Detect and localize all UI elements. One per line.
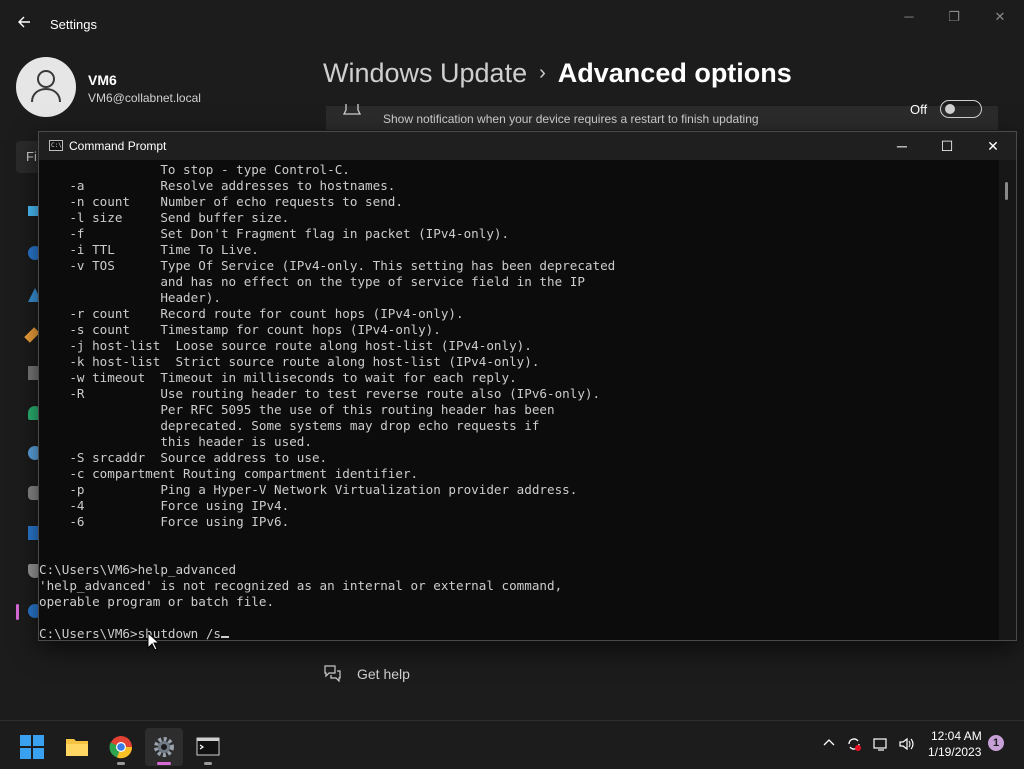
file-explorer-button[interactable] xyxy=(58,728,96,766)
settings-icon xyxy=(154,737,174,757)
get-help-link[interactable]: Get help xyxy=(323,664,433,686)
chrome-icon xyxy=(109,736,133,759)
app-title: Settings xyxy=(50,17,97,32)
console-prompt: C:\Users\VM6> xyxy=(39,626,138,640)
console-line: C:\Users\VM6>help_advanced xyxy=(39,562,237,577)
console-line: -v TOS Type Of Service (IPv4-only. This … xyxy=(39,258,616,273)
breadcrumb: Windows Update › Advanced options xyxy=(323,58,792,89)
console-line: -c compartment Routing compartment ident… xyxy=(39,466,419,481)
start-button[interactable] xyxy=(13,728,51,766)
cmd-scroll-thumb[interactable] xyxy=(1005,182,1008,200)
chrome-running-indicator xyxy=(117,762,125,765)
selected-nav-indicator xyxy=(16,604,19,620)
console-line: -p Ping a Hyper-V Network Virtualization… xyxy=(39,482,578,497)
setting-description: Show notification when your device requi… xyxy=(383,112,759,126)
console-line: and has no effect on the type of service… xyxy=(39,274,585,289)
settings-button[interactable] xyxy=(145,728,183,766)
console-line: -f Set Don't Fragment flag in packet (IP… xyxy=(39,226,510,241)
console-line: Header). xyxy=(39,290,221,305)
breadcrumb-parent[interactable]: Windows Update xyxy=(323,58,527,88)
terminal-button[interactable] xyxy=(189,728,227,766)
console-line: this header is used. xyxy=(39,434,312,449)
back-button[interactable] xyxy=(14,14,34,34)
cmd-titlebar[interactable]: C:\ Command Prompt ─ ☐ ✕ xyxy=(39,132,1016,160)
settings-close-button[interactable]: ✕ xyxy=(986,8,1014,26)
avatar[interactable] xyxy=(16,57,76,117)
console-line: -n count Number of echo requests to send… xyxy=(39,194,403,209)
cmd-maximize-button[interactable]: ☐ xyxy=(924,132,970,160)
start-icon xyxy=(20,735,44,759)
toggle-state-label: Off xyxy=(910,102,928,117)
notification-toggle[interactable] xyxy=(940,100,982,118)
console-line: -j host-list Loose source route along ho… xyxy=(39,338,532,353)
console-line: operable program or batch file. xyxy=(39,594,275,609)
get-help-label: Get help xyxy=(357,666,410,682)
text-cursor xyxy=(220,636,229,638)
console-line: Per RFC 5095 the use of this routing hea… xyxy=(39,402,555,417)
console-line: -S srcaddr Source address to use. xyxy=(39,450,328,465)
network-status-icon[interactable] xyxy=(873,736,889,752)
console-line: -6 Force using IPv6. xyxy=(39,514,290,529)
user-name: VM6 xyxy=(88,72,117,88)
command-prompt-window[interactable]: C:\ Command Prompt ─ ☐ ✕ To stop - type … xyxy=(38,131,1017,641)
back-arrow-icon xyxy=(18,16,30,28)
console-input-line[interactable]: C:\Users\VM6>shutdown /s xyxy=(39,626,999,640)
console-line: -R Use routing header to test reverse ro… xyxy=(39,386,601,401)
console-line: deprecated. Some systems may drop echo r… xyxy=(39,418,540,433)
settings-active-indicator xyxy=(157,762,171,765)
volume-icon[interactable] xyxy=(898,736,914,752)
console-line: -r count Record route for count hops (IP… xyxy=(39,306,464,321)
console-line: -w timeout Timeout in milliseconds to wa… xyxy=(39,370,517,385)
settings-titlebar: Settings ─ ❐ ✕ xyxy=(0,0,1024,48)
console-line: -s count Timestamp for count hops (IPv4-… xyxy=(39,322,441,337)
accessibility-icon[interactable] xyxy=(28,526,38,540)
help-chat-icon xyxy=(324,665,341,682)
console-line: -l size Send buffer size. xyxy=(39,210,290,225)
console-line: To stop - type Control-C. xyxy=(39,162,350,177)
breadcrumb-separator: › xyxy=(539,62,546,84)
sync-error-icon[interactable] xyxy=(846,736,862,752)
console-line: -i TTL Time To Live. xyxy=(39,242,259,257)
cmd-minimize-button[interactable]: ─ xyxy=(879,132,925,160)
cmd-close-button[interactable]: ✕ xyxy=(970,132,1016,160)
console-output[interactable]: To stop - type Control-C. -a Resolve add… xyxy=(39,162,999,640)
cmd-window-title: Command Prompt xyxy=(69,139,167,153)
clock-date[interactable]: 1/19/2023 xyxy=(928,745,981,759)
notification-count-badge[interactable]: 1 xyxy=(988,735,1004,751)
user-icon xyxy=(31,70,61,103)
console-line: -k host-list Strict source route along h… xyxy=(39,354,540,369)
taskbar xyxy=(0,720,1024,769)
mouse-pointer-icon xyxy=(147,632,159,651)
chevron-up-icon[interactable] xyxy=(821,736,837,752)
clock-time[interactable]: 12:04 AM xyxy=(931,729,982,743)
page-title: Advanced options xyxy=(557,58,792,88)
settings-maximize-button[interactable]: ❐ xyxy=(940,8,968,26)
terminal-running-indicator xyxy=(204,762,212,765)
user-email: VM6@collabnet.local xyxy=(88,91,201,105)
terminal-icon xyxy=(196,737,220,756)
settings-minimize-button[interactable]: ─ xyxy=(895,8,923,26)
cmd-app-icon[interactable]: C:\ xyxy=(49,140,63,151)
file-explorer-icon xyxy=(66,739,88,756)
console-line: 'help_advanced' is not recognized as an … xyxy=(39,578,563,593)
bell-icon xyxy=(343,104,361,115)
chrome-button[interactable] xyxy=(102,728,140,766)
cmd-scrollbar[interactable] xyxy=(999,160,1016,640)
console-line: -a Resolve addresses to hostnames. xyxy=(39,178,396,193)
console-line: -4 Force using IPv4. xyxy=(39,498,290,513)
